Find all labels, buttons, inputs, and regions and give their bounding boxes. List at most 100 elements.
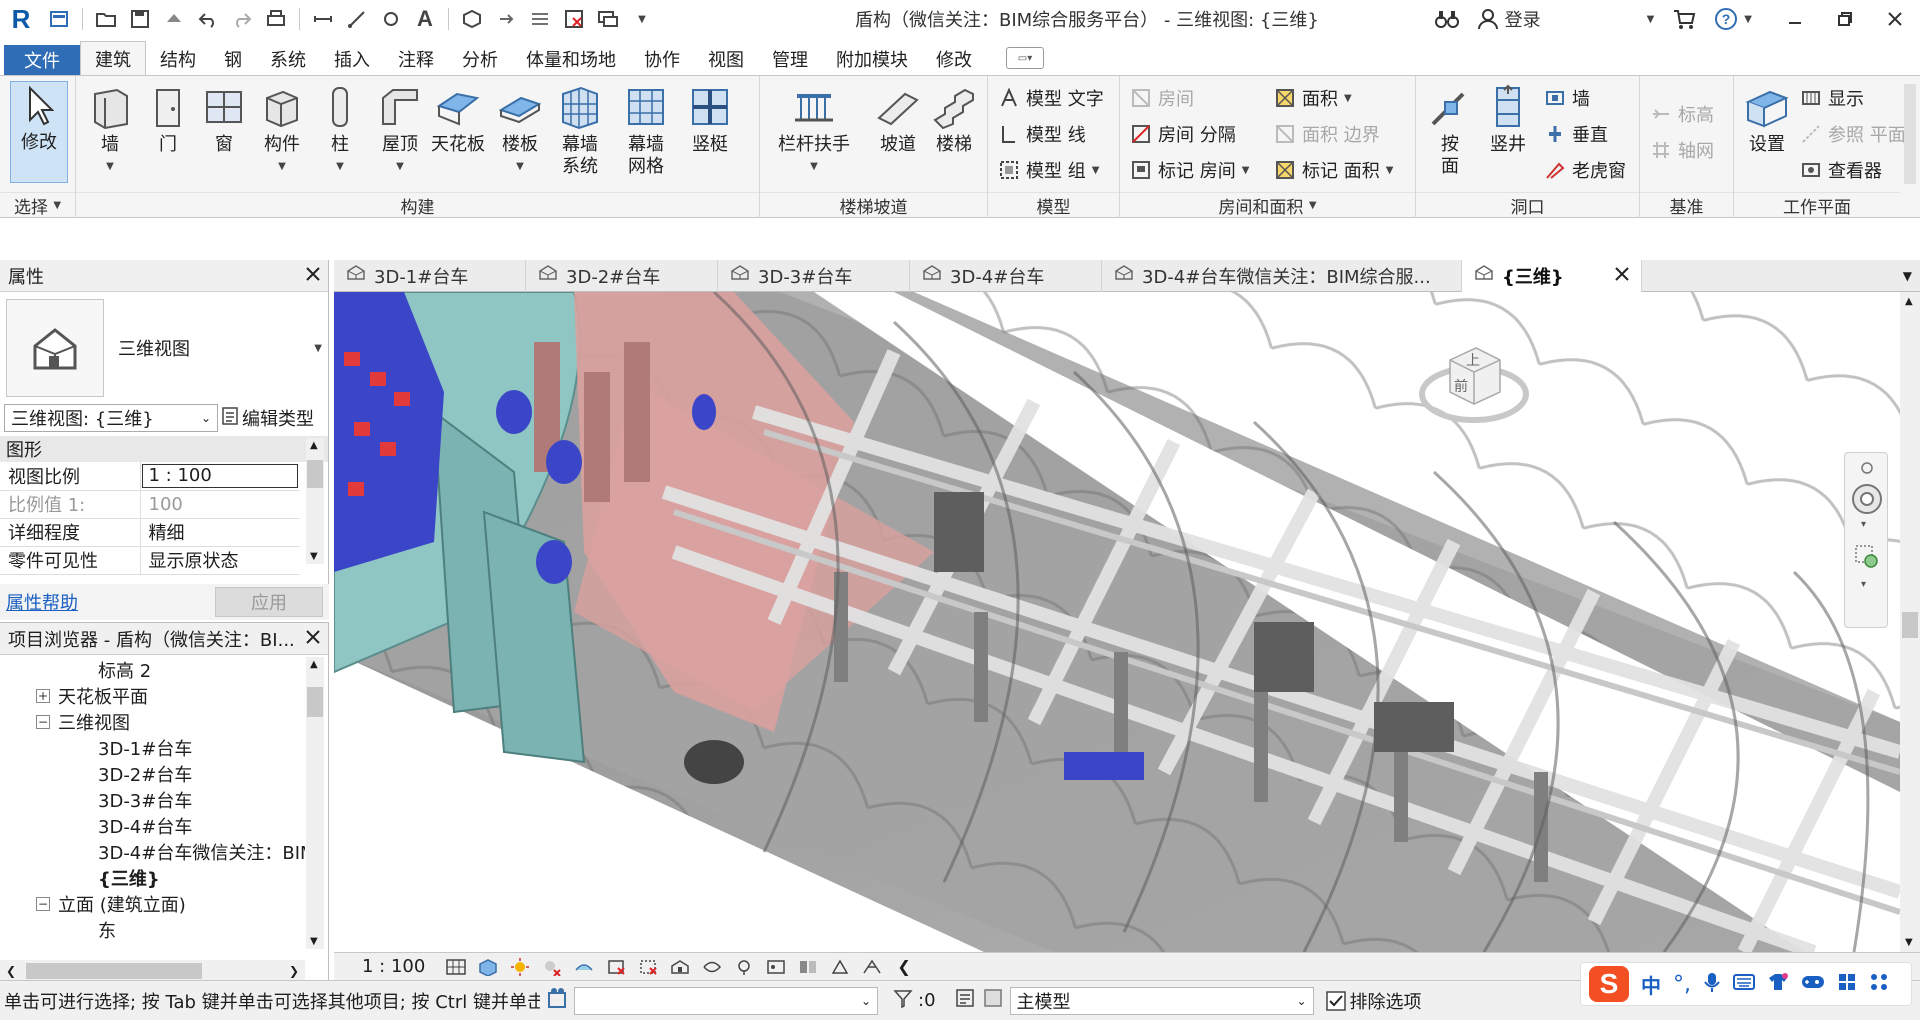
properties-help-link[interactable]: 属性帮助 (6, 589, 78, 615)
section-icon[interactable] (491, 4, 521, 34)
ref-plane-button[interactable]: 参照 平面 (1800, 120, 1906, 148)
vertical-opening-button[interactable]: 垂直 (1544, 120, 1608, 148)
design-options-icon[interactable] (982, 987, 1004, 1014)
close-icon[interactable] (306, 628, 320, 649)
sync-icon[interactable] (159, 4, 189, 34)
show-crop-icon[interactable] (637, 957, 659, 977)
shaft-button[interactable]: 竖井 (1480, 84, 1536, 184)
tree-node[interactable]: 北 (0, 943, 305, 947)
exclude-options-checkbox[interactable]: 排除选项 (1325, 988, 1422, 1014)
tree-node[interactable]: − 立面 (建筑立面) (0, 891, 305, 917)
toolbox-icon[interactable] (1869, 972, 1889, 997)
redo-icon[interactable] (227, 4, 257, 34)
view-tab[interactable]: 3D-1#台车 (334, 259, 526, 292)
constraints-icon[interactable] (861, 957, 883, 977)
viewer-button[interactable]: 查看器 (1800, 156, 1882, 184)
undo-icon[interactable] (193, 4, 223, 34)
stair-button[interactable]: 楼梯 (926, 84, 982, 184)
floor-button[interactable]: 楼板 ▼ (492, 84, 548, 184)
binoculars-icon[interactable] (1434, 8, 1459, 30)
collapse-icon[interactable]: − (36, 897, 50, 911)
skin-icon[interactable] (1767, 972, 1789, 997)
model-text-button[interactable]: 模型 文字 (998, 84, 1104, 112)
close-button[interactable] (1870, 0, 1920, 38)
by-face-button[interactable]: 按 面 (1426, 84, 1474, 184)
highlight-displacement-icon[interactable] (829, 957, 851, 977)
set-work-plane-button[interactable]: 设置 (1742, 84, 1792, 184)
graphics-group-header[interactable]: 图形 ⌃ (0, 436, 328, 462)
nav-close-icon[interactable] (1861, 459, 1873, 479)
properties-scrollbar[interactable]: ▲ ▼ (306, 438, 324, 564)
zoom-region-icon[interactable] (1853, 543, 1881, 576)
view-scale-input[interactable]: 1 : 100 (139, 462, 300, 491)
model-group-button[interactable]: 模型 组 ▼ (998, 156, 1099, 184)
tab-file[interactable]: 文件 (4, 45, 80, 75)
open-icon[interactable] (91, 4, 121, 34)
dimension-icon[interactable] (342, 4, 372, 34)
edit-type-button[interactable]: 编辑类型 (222, 405, 314, 431)
chevron-left-icon[interactable]: ❮ (897, 957, 910, 976)
modify-button[interactable]: 修改 (10, 81, 68, 183)
show-work-plane-button[interactable]: 显示 (1800, 84, 1864, 112)
view-tab[interactable]: {三维} (1462, 259, 1642, 292)
close-icon[interactable] (306, 265, 320, 286)
chevron-down-icon[interactable]: ▾ (1861, 519, 1866, 530)
sun-path-icon[interactable] (509, 957, 531, 977)
tree-node[interactable]: 标高 2 (0, 657, 305, 683)
tree-node[interactable]: − 三维视图 (0, 709, 305, 735)
tree-node[interactable]: + 天花板平面 (0, 683, 305, 709)
home-icon[interactable] (44, 4, 74, 34)
text-icon[interactable]: A (410, 4, 440, 34)
tab-collaborate[interactable]: 协作 (630, 43, 694, 75)
print-icon[interactable] (261, 4, 291, 34)
area-boundary-button[interactable]: 面积 边界 (1274, 120, 1380, 148)
curtain-system-button[interactable]: 幕墙 系统 (550, 84, 610, 184)
view-scrollbar[interactable]: ▲ ▼ (1900, 292, 1920, 952)
close-hidden-icon[interactable] (559, 4, 589, 34)
render-icon[interactable] (573, 957, 595, 977)
microphone-icon[interactable] (1703, 971, 1721, 998)
view-tab[interactable]: 3D-4#台车 (910, 259, 1102, 292)
tag-room-button[interactable]: 标记 房间 ▼ (1130, 156, 1249, 184)
tab-analyze[interactable]: 分析 (448, 43, 512, 75)
ime-language[interactable]: 中 (1641, 970, 1661, 999)
tree-node[interactable]: 3D-3#台车 (0, 787, 305, 813)
tag-area-button[interactable]: 标记 面积 ▼ (1274, 156, 1393, 184)
gamepad-icon[interactable] (1801, 973, 1825, 996)
thin-lines-icon[interactable] (525, 4, 555, 34)
tab-manage[interactable]: 管理 (758, 43, 822, 75)
type-selector[interactable]: 三维视图 ▼ (6, 298, 322, 398)
temp-hide-icon[interactable] (701, 957, 723, 977)
workset-dropdown[interactable]: ⌄ (574, 986, 878, 1015)
tab-annotate[interactable]: 注释 (384, 43, 448, 75)
tab-massing-site[interactable]: 体量和场地 (512, 43, 630, 75)
view-tab[interactable]: 3D-3#台车 (718, 259, 910, 292)
view-scale[interactable]: 1 : 100 (362, 956, 425, 977)
model-line-button[interactable]: 模型 线 (998, 120, 1086, 148)
default-3d-icon[interactable] (457, 4, 487, 34)
tab-systems[interactable]: 系统 (256, 43, 320, 75)
cart-icon[interactable] (1672, 8, 1696, 30)
expand-icon[interactable]: + (36, 689, 50, 703)
column-button[interactable]: 柱 ▼ (312, 84, 368, 184)
property-value[interactable]: 精细 (139, 518, 300, 547)
browser-scrollbar[interactable]: ▲ ▼ (306, 657, 324, 949)
design-option-dropdown[interactable]: 主模型 ⌄ (1009, 986, 1314, 1015)
viewcube[interactable]: 上 前 (1414, 332, 1534, 432)
chevron-down-icon[interactable]: ▾ (1861, 579, 1866, 590)
view-tab[interactable]: 3D-2#台车 (526, 259, 718, 292)
tree-node[interactable]: 3D-4#台车 (0, 813, 305, 839)
editable-only-icon[interactable] (954, 987, 976, 1014)
mullion-button[interactable]: 竖梃 (682, 84, 738, 184)
restore-button[interactable] (1820, 0, 1870, 38)
tab-insert[interactable]: 插入 (320, 43, 384, 75)
save-icon[interactable] (125, 4, 155, 34)
panel-title-room-area[interactable]: 房间和面积 ▼ (1120, 192, 1415, 218)
measure-icon[interactable] (308, 4, 338, 34)
apply-button[interactable]: 应用 (215, 587, 323, 617)
room-separator-button[interactable]: 房间 分隔 (1130, 120, 1236, 148)
minimize-button[interactable] (1770, 0, 1820, 38)
ceiling-button[interactable]: 天花板 (430, 84, 486, 184)
property-value[interactable]: 显示原状态 (139, 546, 300, 575)
grid-button[interactable]: 轴网 (1650, 136, 1714, 164)
